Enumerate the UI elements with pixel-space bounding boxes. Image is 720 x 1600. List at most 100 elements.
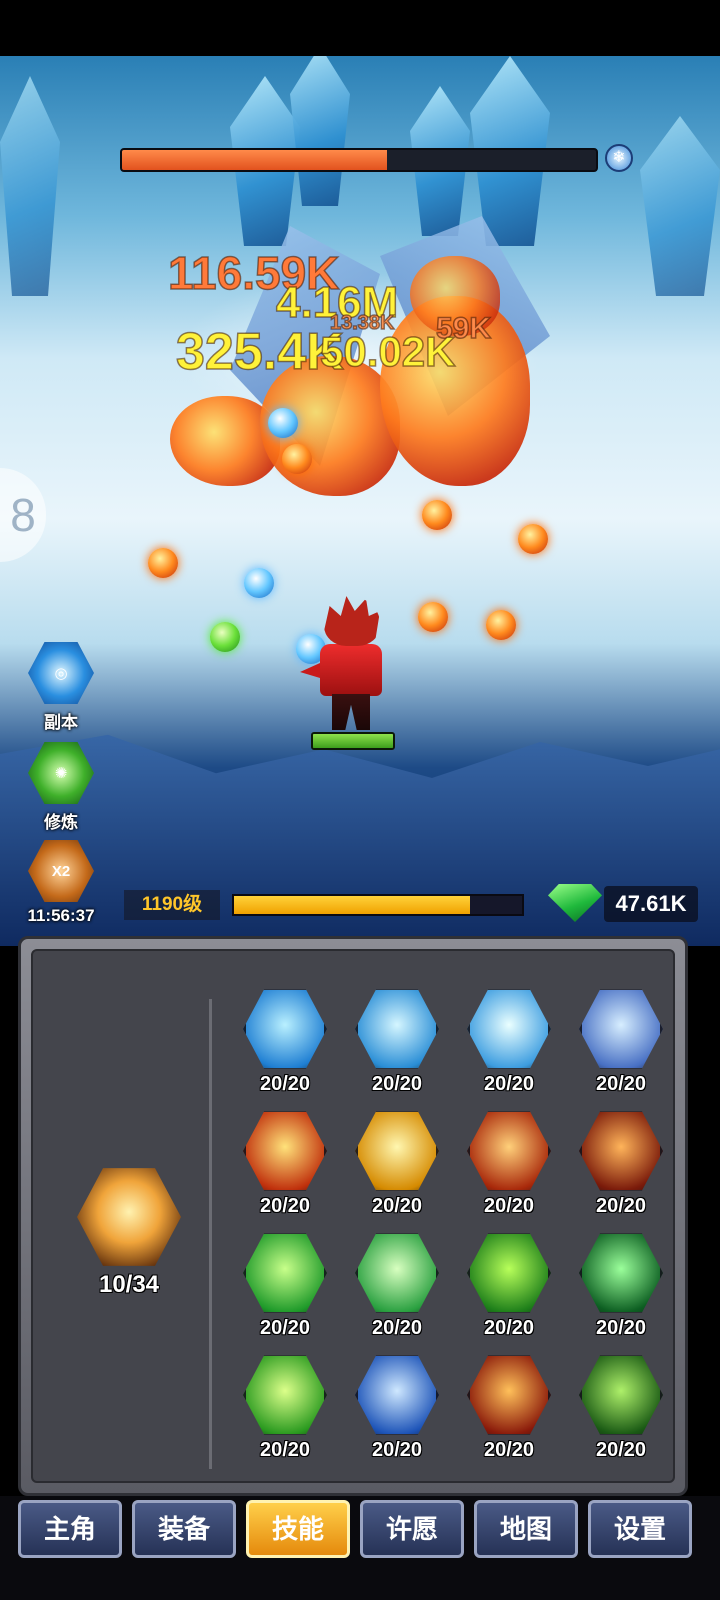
ice-orb — [268, 408, 298, 438]
double-reward-icon: X2 — [28, 839, 94, 903]
skill-slot[interactable]: 20/20 — [229, 987, 341, 1109]
dungeon-label: 副本 — [44, 713, 78, 732]
ice-shards-icon — [579, 989, 663, 1069]
main-skill-count: 10/34 — [98, 1271, 160, 1298]
fire-orb — [422, 500, 452, 530]
fire-sun-icon — [355, 1111, 439, 1191]
ice-crystal — [640, 116, 720, 296]
double-badge: X2 — [51, 862, 71, 880]
bottom-nav: 主角 装备 技能 许愿 地图 设置 — [0, 1496, 720, 1600]
boss-hp-fill — [122, 150, 388, 170]
skill-count: 20/20 — [259, 1073, 311, 1095]
fire-orb — [486, 610, 516, 640]
ice-tornado-icon — [355, 989, 439, 1069]
heart-heal-icon — [243, 1355, 327, 1435]
skill-slot[interactable]: 20/20 — [229, 1109, 341, 1231]
skill-count: 20/20 — [595, 1439, 647, 1461]
gem-amount: 47.61K — [604, 886, 698, 922]
skill-slot[interactable]: 20/20 — [453, 1353, 565, 1475]
skill-count: 20/20 — [483, 1073, 535, 1095]
skill-count: 20/20 — [259, 1317, 311, 1339]
hero-hp-bar — [311, 732, 395, 750]
water-vortex-icon — [355, 1355, 439, 1435]
vortex-icon: ◎ — [28, 641, 94, 705]
nav-tab[interactable]: 主角 — [18, 1500, 122, 1558]
fire-orb — [282, 444, 312, 474]
nature-spirit-icon — [579, 1233, 663, 1313]
skill-slot[interactable]: 20/20 — [229, 1353, 341, 1475]
inferno-icon — [467, 1355, 551, 1435]
shadow-hero-icon — [77, 1168, 181, 1266]
fire-orb — [148, 548, 178, 578]
skill-count: 20/20 — [371, 1073, 423, 1095]
leaf-slash-icon — [243, 1233, 327, 1313]
gem-icon — [548, 884, 602, 922]
nav-tab[interactable]: 装备 — [132, 1500, 236, 1558]
main-skill-slot[interactable]: 10/34 — [73, 1165, 185, 1299]
skill-count: 20/20 — [371, 1195, 423, 1217]
hero-character — [300, 596, 400, 736]
boss-hp-bar — [120, 148, 598, 172]
thorn-vines-icon — [579, 1355, 663, 1435]
exp-fill — [234, 896, 471, 914]
skills-panel: 10/34 20/20 20/20 20/20 20/20 20/20 20/20 20/2… — [18, 936, 688, 1496]
skills-panel-inner: 10/34 20/20 20/20 20/20 20/20 20/20 20/20 20/2… — [31, 949, 675, 1483]
exp-bar — [232, 894, 524, 916]
double-reward-timer: 11:56:37 — [27, 906, 95, 925]
green-whirl-icon — [467, 1233, 551, 1313]
skill-count: 20/20 — [371, 1317, 423, 1339]
cultivation-label: 修炼 — [44, 813, 78, 832]
skill-slot[interactable]: 20/20 — [341, 987, 453, 1109]
skill-count: 20/20 — [595, 1073, 647, 1095]
gem-counter[interactable]: 47.61K — [548, 882, 698, 926]
fire-ring-icon — [579, 1111, 663, 1191]
skill-count: 20/20 — [483, 1195, 535, 1217]
damage-number: 325.4K — [175, 322, 344, 382]
ice-wave-icon — [467, 989, 551, 1069]
fire-blast-icon — [467, 1111, 551, 1191]
damage-number: 50.02K — [319, 327, 456, 376]
panel-divider — [209, 999, 212, 1469]
skill-slot[interactable]: 20/20 — [341, 1109, 453, 1231]
cultivation-button[interactable]: ✺ 修炼 — [22, 740, 100, 833]
wind-lightning-icon — [355, 1233, 439, 1313]
nav-tab[interactable]: 技能 — [246, 1500, 350, 1558]
skill-count: 20/20 — [595, 1195, 647, 1217]
ice-crystal — [0, 76, 60, 296]
skill-count: 20/20 — [259, 1195, 311, 1217]
skill-slot[interactable]: 20/20 — [565, 987, 677, 1109]
skill-count: 20/20 — [483, 1317, 535, 1339]
cultivation-icon: ✺ — [28, 741, 94, 805]
ice-crystal — [290, 56, 350, 206]
double-reward-button[interactable]: X2 11:56:37 — [22, 838, 100, 926]
skill-slot[interactable]: 20/20 — [565, 1109, 677, 1231]
skill-slot[interactable]: 20/20 — [341, 1231, 453, 1353]
skill-slot[interactable]: 20/20 — [565, 1231, 677, 1353]
side-drawer-tab[interactable]: 8 — [0, 468, 46, 562]
hero-hp-fill — [313, 734, 393, 748]
leaf-orb — [210, 622, 240, 652]
skill-count: 20/20 — [371, 1439, 423, 1461]
ice-orb — [244, 568, 274, 598]
dungeon-button[interactable]: ◎ 副本 — [22, 640, 100, 733]
skill-slot[interactable]: 20/20 — [453, 1231, 565, 1353]
player-level: 1190级 — [124, 890, 220, 920]
skill-slot[interactable]: 20/20 — [453, 987, 565, 1109]
battle-scene: 8 — [0, 56, 720, 946]
fire-orb — [418, 602, 448, 632]
skill-count: 20/20 — [595, 1317, 647, 1339]
fire-orb — [518, 524, 548, 554]
skill-grid: 20/20 20/20 20/20 20/20 20/20 20/20 20/20 20/20… — [229, 987, 677, 1477]
skill-slot[interactable]: 20/20 — [229, 1231, 341, 1353]
skill-slot[interactable]: 20/20 — [565, 1353, 677, 1475]
skill-count: 20/20 — [259, 1439, 311, 1461]
ice-spikes-icon — [243, 989, 327, 1069]
nav-tab[interactable]: 许愿 — [360, 1500, 464, 1558]
skill-slot[interactable]: 20/20 — [341, 1353, 453, 1475]
skill-slot[interactable]: 20/20 — [453, 1109, 565, 1231]
nav-tab[interactable]: 设置 — [588, 1500, 692, 1558]
fire-pillars-icon — [243, 1111, 327, 1191]
snowflake-icon: ❄ — [605, 144, 633, 172]
skill-count: 20/20 — [483, 1439, 535, 1461]
nav-tab[interactable]: 地图 — [474, 1500, 578, 1558]
